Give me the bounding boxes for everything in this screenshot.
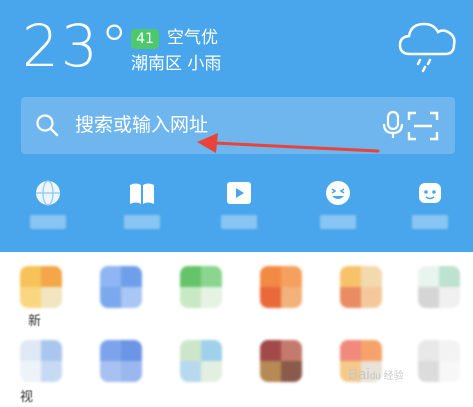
- shortcut-label: 新: [28, 314, 42, 329]
- shortcut-tile[interactable]: [100, 340, 142, 382]
- nav-item-video[interactable]: [217, 175, 261, 235]
- search-input[interactable]: 搜索或输入网址: [75, 111, 208, 139]
- aqi-badge[interactable]: 41: [131, 29, 159, 49]
- shortcut-tile[interactable]: [20, 266, 62, 308]
- watermark-text: Bai: [348, 366, 370, 383]
- aqi-label[interactable]: 空气优: [167, 27, 218, 49]
- nav-item-game[interactable]: [408, 175, 452, 235]
- watermark: Baidu 经验: [348, 366, 404, 386]
- shortcut-tile[interactable]: [260, 266, 302, 308]
- quick-nav: [0, 175, 473, 235]
- smiley-icon: [326, 181, 350, 205]
- nav-item-fun[interactable]: [316, 175, 360, 235]
- scan-icon[interactable]: [407, 111, 439, 141]
- shortcut-tile[interactable]: [260, 340, 302, 382]
- play-icon: [227, 182, 251, 204]
- watermark-sub: du 经验: [369, 371, 404, 382]
- shortcut-tile[interactable]: [180, 340, 222, 382]
- search-icon: [36, 114, 59, 137]
- nav-label-blurred: [412, 215, 448, 229]
- microphone-icon[interactable]: [381, 110, 405, 140]
- weather-header: 23° 41 空气优 潮南区 小雨 搜索或输入网址: [0, 0, 473, 252]
- nav-label-blurred: [221, 215, 257, 229]
- cloud-rain-icon[interactable]: [396, 18, 460, 74]
- nav-label-blurred: [124, 215, 160, 229]
- globe-icon: [36, 180, 60, 206]
- shortcut-tile[interactable]: [20, 340, 62, 382]
- book-icon: [130, 183, 154, 204]
- shortcut-tile[interactable]: [418, 266, 460, 308]
- nav-label-blurred: [320, 215, 356, 229]
- temperature[interactable]: 23°: [22, 16, 131, 76]
- nav-item-novel[interactable]: [120, 175, 164, 235]
- game-face-icon: [419, 183, 441, 203]
- nav-label-blurred: [30, 215, 66, 229]
- shortcut-tile[interactable]: [100, 266, 142, 308]
- shortcut-tile[interactable]: [180, 266, 222, 308]
- location-weather[interactable]: 潮南区 小雨: [131, 53, 221, 75]
- nav-item-browser[interactable]: [26, 175, 70, 235]
- shortcut-tile[interactable]: [340, 266, 382, 308]
- shortcut-label: 视: [20, 390, 34, 405]
- shortcut-tile[interactable]: [418, 340, 460, 382]
- search-bar[interactable]: 搜索或输入网址: [21, 97, 455, 154]
